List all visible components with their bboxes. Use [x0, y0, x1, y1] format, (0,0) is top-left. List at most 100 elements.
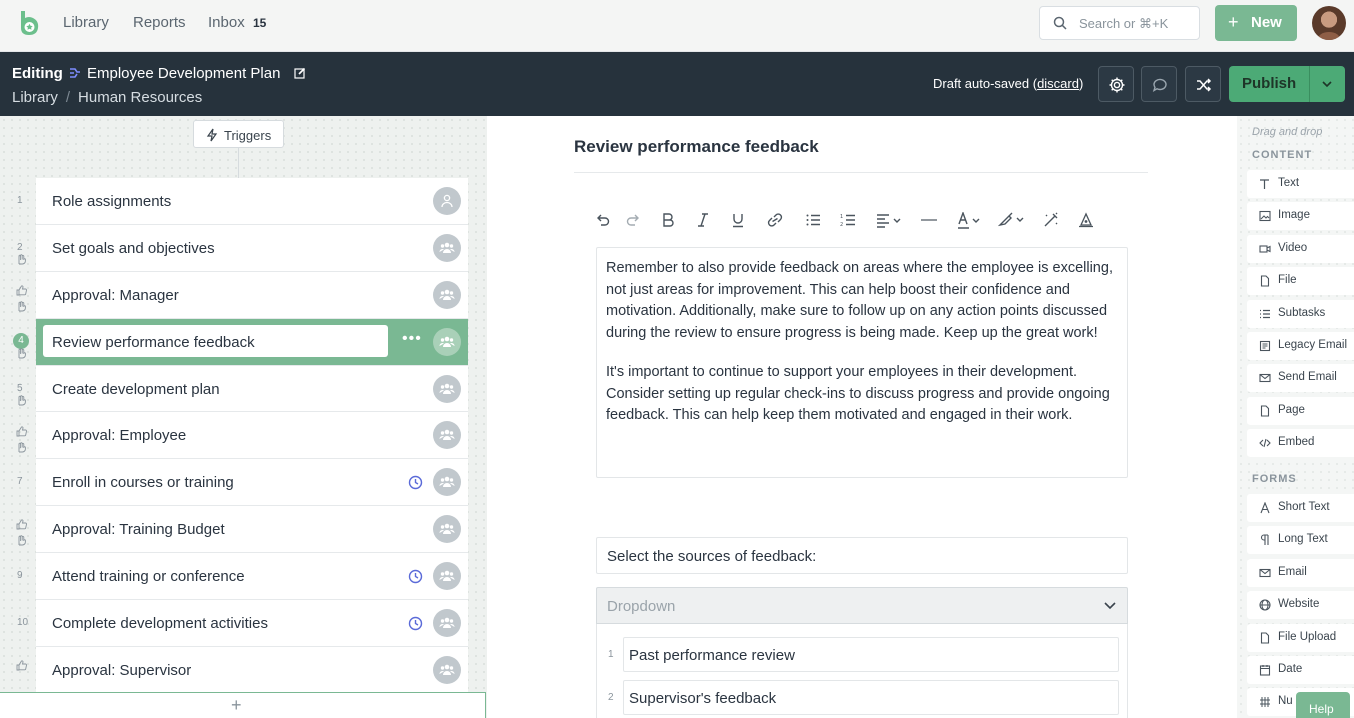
underline-icon[interactable] [730, 212, 746, 228]
user-avatar[interactable] [1312, 6, 1346, 40]
dropdown-option-input[interactable]: Past performance review [623, 637, 1119, 672]
add-step-button[interactable]: + [0, 692, 486, 718]
task-title[interactable]: Review performance feedback [574, 137, 819, 157]
help-button[interactable]: Help [1296, 692, 1350, 718]
subtasks-icon [1260, 309, 1270, 318]
people-icon[interactable] [433, 468, 461, 497]
app-logo-icon[interactable] [16, 9, 42, 37]
people-icon[interactable] [433, 562, 461, 591]
connector-line [238, 148, 239, 178]
undo-icon[interactable] [595, 212, 611, 228]
widget-text[interactable]: Text [1247, 170, 1354, 198]
embed-icon [1259, 439, 1271, 448]
numbered-list-icon[interactable]: 12 [840, 212, 856, 228]
clear-format-icon[interactable] [1043, 212, 1059, 228]
widget-video[interactable]: Video [1247, 234, 1354, 263]
widget-file-upload[interactable]: File Upload [1247, 623, 1354, 652]
workflow-step[interactable]: Set goals and objectives [36, 224, 468, 272]
widget-label: File [1278, 274, 1297, 287]
widget-legacy-email[interactable]: Legacy Email [1247, 332, 1354, 360]
plus-icon: + [1228, 12, 1239, 32]
widget-subtasks[interactable]: Subtasks [1247, 299, 1354, 328]
hand-icon [16, 346, 27, 364]
chevron-down-icon[interactable] [1103, 601, 1117, 611]
link-icon[interactable] [766, 212, 784, 228]
workflow-step[interactable]: Approval: Employee [36, 412, 468, 460]
widget-label: Video [1278, 241, 1308, 254]
bold-icon[interactable] [660, 212, 676, 228]
widget-file[interactable]: File [1247, 267, 1354, 296]
horizontal-rule-icon[interactable] [920, 212, 938, 228]
widget-image[interactable]: Image [1247, 202, 1354, 231]
insert-variable-icon[interactable] [1078, 212, 1094, 228]
widget-label: Image [1278, 209, 1310, 222]
people-icon[interactable] [433, 609, 461, 638]
widget-date[interactable]: Date [1247, 656, 1354, 684]
new-button-label: New [1251, 14, 1282, 31]
breadcrumb-folder[interactable]: Human Resources [78, 89, 202, 106]
publish-button[interactable]: Publish [1229, 66, 1345, 102]
workflow-step[interactable]: Approval: Manager [36, 271, 468, 319]
workflow-step[interactable]: Create development plan [36, 365, 468, 413]
people-icon[interactable] [433, 374, 461, 403]
widget-long-text[interactable]: Long Text [1247, 526, 1354, 555]
highlight-icon[interactable] [998, 212, 1026, 228]
people-icon[interactable] [433, 280, 461, 309]
nav-reports[interactable]: Reports [133, 14, 186, 31]
dropdown-field[interactable]: Dropdown [596, 587, 1128, 624]
widget-label: Legacy Email [1278, 339, 1348, 351]
widget-short-text[interactable]: Short Text [1247, 494, 1354, 522]
more-options-icon[interactable]: ••• [402, 330, 422, 348]
settings-button[interactable] [1098, 66, 1134, 102]
person-icon[interactable] [433, 187, 461, 215]
workflow-step[interactable]: Approval: Training Budget [36, 506, 468, 554]
text-block[interactable]: Remember to also provide feedback on are… [596, 247, 1128, 478]
workflow-step[interactable]: Review performance feedback ••• [36, 318, 468, 366]
hand-icon [16, 393, 27, 411]
step-number: 1 [17, 195, 23, 206]
widget-website[interactable]: Website [1247, 591, 1354, 620]
triggers-button[interactable]: Triggers [193, 120, 284, 148]
step-name: Review performance feedback [52, 333, 255, 351]
widget-label: Short Text [1278, 501, 1330, 513]
breadcrumb-library[interactable]: Library [12, 89, 58, 106]
comments-button[interactable] [1141, 66, 1177, 102]
widget-email[interactable]: Email [1247, 558, 1354, 587]
shuffle-button[interactable] [1185, 66, 1221, 102]
people-icon[interactable] [433, 327, 461, 356]
align-icon[interactable] [876, 212, 902, 228]
new-button[interactable]: + New [1215, 5, 1297, 41]
discard-link[interactable]: discard [1037, 76, 1079, 91]
search-input[interactable]: Search or ⌘+K [1039, 6, 1200, 40]
bullet-list-icon[interactable] [805, 212, 821, 228]
clock-icon [408, 569, 423, 589]
people-icon[interactable] [433, 515, 461, 544]
nav-inbox[interactable]: Inbox [208, 14, 245, 31]
step-name: Role assignments [52, 193, 172, 210]
widget-send-email[interactable]: Send Email [1247, 364, 1354, 393]
widget-embed[interactable]: Embed [1247, 429, 1354, 458]
redo-icon[interactable] [625, 212, 641, 228]
widget-page[interactable]: Page [1247, 396, 1354, 425]
workflow-step[interactable]: Role assignments [36, 178, 468, 225]
text-color-icon[interactable] [957, 212, 983, 230]
hand-icon [16, 533, 27, 551]
chevron-down-icon[interactable] [1321, 79, 1333, 89]
people-icon[interactable] [433, 233, 461, 262]
shuffle-icon [1197, 78, 1212, 92]
workflow-step[interactable]: Enroll in courses or training [36, 459, 468, 507]
workflow-step[interactable]: Attend training or conference [36, 553, 468, 601]
italic-icon[interactable] [695, 212, 711, 228]
nav-library[interactable]: Library [63, 14, 109, 31]
workflow-title[interactable]: Employee Development Plan [87, 65, 280, 82]
workflow-step[interactable]: Approval: Supervisor [36, 646, 468, 694]
people-icon[interactable] [433, 655, 461, 684]
workflow-step[interactable]: Complete development activities [36, 600, 468, 647]
form-field-label-input[interactable]: Select the sources of feedback: [596, 537, 1128, 574]
step-list: Role assignments Set goals and objectives… [36, 178, 468, 694]
hand-icon [16, 252, 27, 270]
dropdown-option-input[interactable]: Supervisor's feedback [623, 680, 1119, 715]
people-icon[interactable] [433, 421, 461, 450]
step-number: 7 [17, 476, 23, 488]
edit-title-icon[interactable] [294, 67, 306, 79]
